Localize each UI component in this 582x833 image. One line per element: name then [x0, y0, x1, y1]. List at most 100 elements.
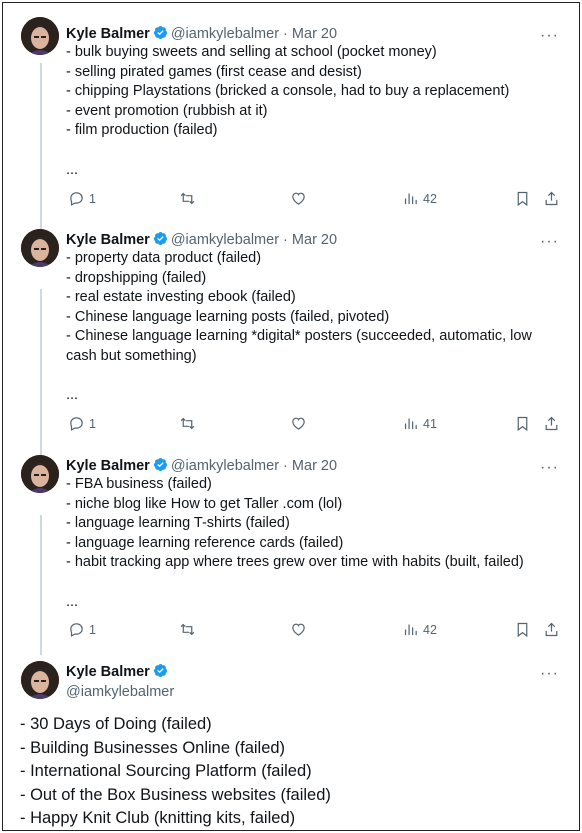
retweet-button[interactable] [179, 190, 196, 207]
analytics-icon [404, 418, 417, 430]
separator: · [279, 26, 292, 42]
analytics-icon [404, 193, 417, 205]
tweet-2[interactable]: Kyle Balmer @iamkylebalmer · Mar 20 ··· -… [3, 229, 581, 449]
tweet-line: - chipping Playstations (bricked a conso… [66, 83, 510, 100]
bookmark-icon [517, 622, 528, 638]
share-button[interactable] [543, 415, 560, 432]
author-handle[interactable]: @iamkylebalmer [171, 232, 279, 248]
tweet-line: - bulk buying sweets and selling at scho… [66, 44, 437, 60]
author-handle[interactable]: @iamkylebalmer [66, 683, 174, 701]
author-name-row: Kyle Balmer [66, 663, 171, 681]
avatar[interactable] [21, 661, 59, 699]
tweet-line: ... [66, 161, 79, 178]
verified-badge-icon [153, 457, 167, 472]
views-button[interactable]: 41 [402, 415, 437, 432]
tweet-text: - FBA business (failed) - niche blog lik… [66, 475, 566, 612]
tweet-line: ... [66, 593, 79, 610]
share-button[interactable] [543, 621, 560, 638]
tweet-header: Kyle Balmer @iamkylebalmer · Mar 20 [66, 25, 337, 43]
thread-frame: Kyle Balmer @iamkylebalmer · Mar 20 ··· -… [2, 2, 580, 831]
avatar[interactable] [21, 17, 59, 55]
reply-count: 1 [89, 416, 96, 431]
heart-icon [292, 192, 305, 205]
avatar-image [21, 455, 59, 493]
retweet-icon [180, 192, 195, 205]
share-icon [545, 191, 558, 206]
author-name[interactable]: Kyle Balmer [66, 458, 150, 474]
retweet-icon [180, 417, 195, 430]
view-count: 42 [423, 191, 437, 206]
tweet-line: - FBA business (failed) [66, 476, 212, 492]
tweet-date[interactable]: Mar 20 [292, 458, 337, 474]
more-options-icon[interactable]: ··· [540, 666, 559, 682]
avatar[interactable] [21, 229, 59, 267]
author-name[interactable]: Kyle Balmer [66, 232, 150, 248]
tweet-3[interactable]: Kyle Balmer @iamkylebalmer · Mar 20 ··· -… [3, 455, 581, 655]
separator: · [279, 232, 292, 248]
verified-badge-icon [153, 663, 167, 678]
views-button[interactable]: 42 [402, 621, 437, 638]
tweet-line: - language learning T-shirts (failed) [66, 515, 290, 532]
avatar-image [21, 17, 59, 55]
tweet-line: ​ [66, 573, 566, 593]
analytics-icon [404, 624, 417, 636]
tweet-line: - film production (failed) [66, 122, 218, 139]
tweet-line: - property data product (failed) [66, 250, 262, 266]
bookmark-button[interactable] [514, 190, 531, 207]
avatar-image [21, 229, 59, 267]
tweet-line: - 30 Days of Doing (failed) [20, 715, 212, 733]
tweet-line: - Chinese language learning *digital* po… [66, 328, 536, 364]
author-name[interactable]: Kyle Balmer [66, 664, 150, 680]
retweet-button[interactable] [179, 415, 196, 432]
tweet-line: - selling pirated games (first cease and… [66, 63, 362, 80]
action-bar: 1 42 [66, 621, 566, 643]
tweet-line: - habit tracking app where trees grew ov… [66, 554, 524, 571]
more-options-icon[interactable]: ··· [540, 28, 559, 44]
tweet-date[interactable]: Mar 20 [292, 232, 337, 248]
bookmark-icon [517, 191, 528, 207]
tweet-line: ​ [66, 141, 566, 161]
tweet-line: - language learning reference cards (fai… [66, 534, 344, 551]
separator: · [279, 458, 292, 474]
tweet-line: - Building Businesses Online (failed) [20, 738, 286, 757]
like-button[interactable] [290, 190, 307, 207]
main-tweet-text: - 30 Days of Doing (failed) - Building B… [20, 713, 570, 831]
avatar-image [21, 661, 59, 699]
main-tweet[interactable]: Kyle Balmer @iamkylebalmer ··· - 30 Days… [3, 655, 581, 830]
like-button[interactable] [290, 415, 307, 432]
bookmark-button[interactable] [514, 621, 531, 638]
reply-button[interactable]: 1 [68, 621, 96, 638]
more-options-icon[interactable]: ··· [540, 460, 559, 476]
author-handle[interactable]: @iamkylebalmer [171, 26, 279, 42]
action-bar: 1 42 [66, 190, 566, 212]
reply-button[interactable]: 1 [68, 190, 96, 207]
author-handle[interactable]: @iamkylebalmer [171, 458, 279, 474]
like-button[interactable] [290, 621, 307, 638]
tweet-date[interactable]: Mar 20 [292, 26, 337, 42]
tweet-line: - event promotion (rubbish at it) [66, 102, 268, 119]
view-count: 42 [423, 622, 437, 637]
avatar[interactable] [21, 455, 59, 493]
tweet-header: Kyle Balmer @iamkylebalmer · Mar 20 [66, 231, 337, 249]
reply-button[interactable]: 1 [68, 415, 96, 432]
verified-badge-icon [153, 231, 167, 246]
reply-icon [70, 623, 83, 637]
more-options-icon[interactable]: ··· [540, 234, 559, 250]
tweet-line: ​ [66, 367, 566, 387]
tweet-1[interactable]: Kyle Balmer @iamkylebalmer · Mar 20 ··· -… [3, 3, 581, 223]
retweet-button[interactable] [179, 621, 196, 638]
author-name[interactable]: Kyle Balmer [66, 26, 150, 42]
heart-icon [292, 623, 305, 636]
tweet-header: Kyle Balmer @iamkylebalmer · Mar 20 [66, 457, 337, 475]
bookmark-button[interactable] [514, 415, 531, 432]
bookmark-icon [517, 416, 528, 432]
action-bar: 1 41 [66, 415, 566, 437]
tweet-line: - niche blog like How to get Taller .com… [66, 495, 343, 512]
tweet-line: - Out of the Box Business websites (fail… [20, 785, 331, 804]
reply-icon [70, 417, 83, 431]
tweet-line: - real estate investing ebook (failed) [66, 289, 296, 306]
share-button[interactable] [543, 190, 560, 207]
tweet-line: - International Sourcing Platform (faile… [20, 762, 312, 781]
reply-count: 1 [89, 191, 96, 206]
views-button[interactable]: 42 [402, 190, 437, 207]
